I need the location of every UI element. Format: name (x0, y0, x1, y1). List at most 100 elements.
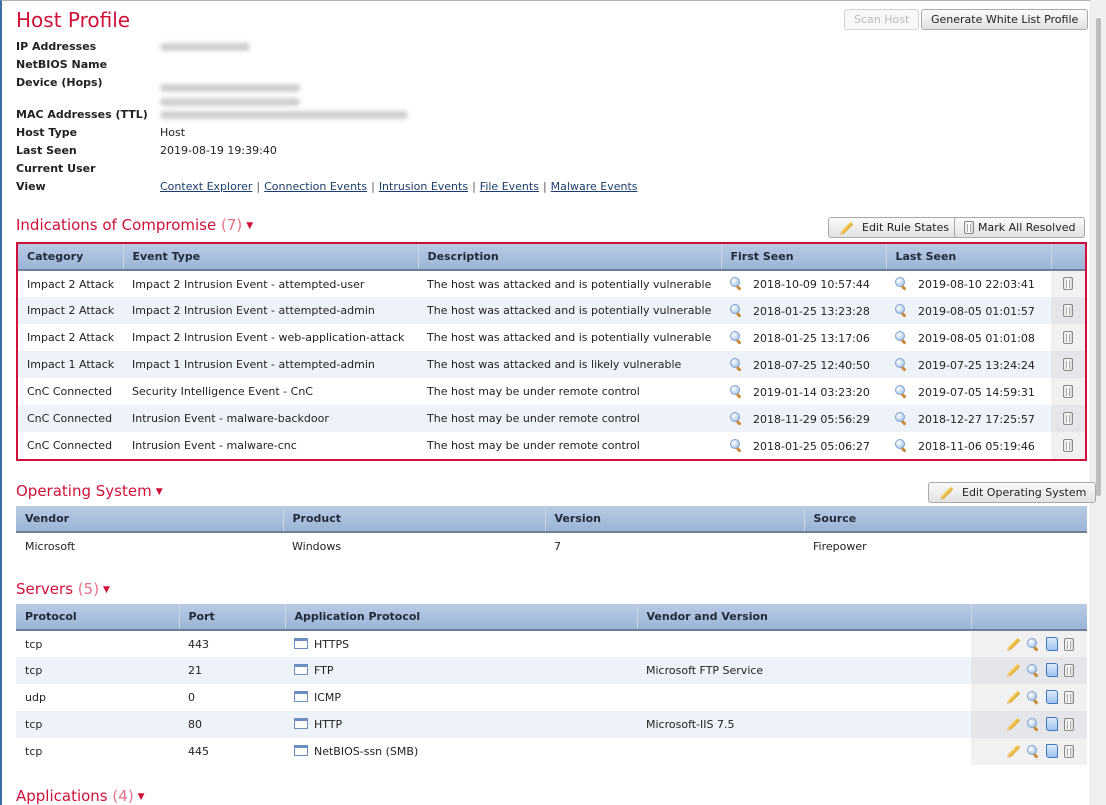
search-icon[interactable] (1027, 691, 1040, 704)
servers-section-title[interactable]: Servers (5) ▼ (16, 580, 110, 598)
column-header-vendor[interactable]: Vendor (16, 506, 284, 533)
trash-icon[interactable] (1063, 438, 1073, 452)
column-header-vendor-and-version[interactable]: Vendor and Version (637, 604, 972, 631)
server-actions (971, 630, 1087, 657)
column-header-first-seen[interactable]: First Seen (721, 244, 887, 271)
trash-icon[interactable] (1064, 664, 1074, 677)
server-vendor-version (637, 684, 971, 711)
vulnerability-scroll-icon[interactable] (1046, 663, 1058, 677)
edit-operating-system-button[interactable]: Edit Operating System (928, 482, 1097, 503)
server-app-protocol: FTP (314, 664, 334, 677)
link-context-explorer[interactable]: Context Explorer (160, 180, 252, 193)
ioc-row: Impact 2 Attack Impact 2 Intrusion Event … (18, 297, 1085, 324)
column-header-source[interactable]: Source (804, 506, 1087, 533)
trash-icon[interactable] (1063, 277, 1073, 290)
scan-host-button[interactable]: Scan Host (844, 9, 920, 30)
collapse-caret-icon[interactable]: ▼ (246, 221, 253, 231)
ioc-row: Impact 1 Attack Impact 1 Intrusion Event … (18, 351, 1085, 378)
server-app-protocol-cell: HTTP (285, 711, 637, 738)
os-section-title[interactable]: Operating System ▼ (16, 482, 163, 500)
search-icon[interactable] (895, 357, 908, 371)
vulnerability-scroll-icon[interactable] (1046, 636, 1058, 651)
trash-icon[interactable] (1063, 411, 1073, 425)
edit-pencil-icon[interactable] (1007, 744, 1021, 758)
search-icon[interactable] (895, 303, 908, 317)
ioc-first-seen-cell: 2018-11-29 05:56:29 (721, 405, 886, 432)
link-malware-events[interactable]: Malware Events (551, 180, 638, 193)
os-source: Firepower (813, 539, 867, 553)
applications-title: Applications (16, 787, 108, 805)
search-icon[interactable] (895, 411, 908, 425)
search-icon[interactable] (895, 384, 908, 398)
collapse-caret-icon[interactable]: ▼ (103, 585, 110, 595)
trash-icon[interactable] (1063, 303, 1073, 317)
scrollbar-thumb[interactable] (1096, 18, 1101, 496)
search-icon[interactable] (730, 303, 743, 317)
ioc-last-seen: 2019-08-10 22:03:41 (918, 278, 1035, 291)
search-icon[interactable] (730, 277, 743, 290)
search-icon[interactable] (730, 330, 743, 344)
edit-pencil-icon[interactable] (1007, 663, 1021, 677)
server-vendor-version: Microsoft FTP Service (637, 657, 971, 684)
trash-icon[interactable] (1064, 637, 1074, 651)
server-protocol: udp (25, 691, 46, 704)
ioc-description: The host was attacked and is likely vuln… (418, 351, 721, 378)
search-icon[interactable] (895, 277, 908, 290)
vulnerability-scroll-icon[interactable] (1046, 690, 1058, 704)
edit-pencil-icon[interactable] (1007, 717, 1021, 731)
prop-label: NetBIOS Name (16, 58, 108, 71)
ioc-actions (1051, 378, 1085, 405)
ioc-last-seen: 2019-07-25 13:24:24 (918, 358, 1035, 372)
search-icon[interactable] (730, 357, 743, 371)
mark-all-resolved-button[interactable]: Mark All Resolved (954, 217, 1086, 238)
search-icon[interactable] (730, 384, 743, 398)
edit-pencil-icon[interactable] (1007, 637, 1021, 650)
search-icon[interactable] (1027, 745, 1040, 758)
search-icon[interactable] (1027, 718, 1040, 731)
vulnerability-scroll-icon[interactable] (1046, 717, 1058, 731)
column-header-category[interactable]: Category (18, 244, 124, 271)
search-icon[interactable] (895, 438, 908, 452)
server-actions (971, 684, 1087, 711)
vulnerability-scroll-icon[interactable] (1046, 744, 1058, 758)
trash-icon[interactable] (1063, 357, 1073, 371)
trash-icon[interactable] (1063, 330, 1073, 344)
trash-icon[interactable] (1064, 691, 1074, 704)
column-header-description[interactable]: Description (418, 244, 722, 271)
trash-icon[interactable] (1064, 718, 1074, 731)
search-icon[interactable] (895, 330, 908, 344)
edit-rule-states-button[interactable]: Edit Rule States (828, 217, 960, 238)
search-icon[interactable] (730, 411, 743, 425)
ioc-event-type: Intrusion Event - malware-backdoor (123, 405, 418, 432)
search-icon[interactable] (730, 438, 743, 452)
server-actions (971, 657, 1087, 684)
generate-white-list-profile-button[interactable]: Generate White List Profile (921, 9, 1089, 30)
applications-section-title[interactable]: Applications (4) ▼ (16, 787, 145, 805)
vertical-scrollbar[interactable] (1090, 0, 1106, 805)
column-header-last-seen[interactable]: Last Seen (886, 244, 1052, 271)
collapse-caret-icon[interactable]: ▼ (138, 792, 145, 802)
ioc-category: Impact 2 Attack (27, 277, 115, 291)
search-icon[interactable] (1027, 664, 1040, 677)
column-header-event-type[interactable]: Event Type (123, 244, 419, 271)
link-connection-events[interactable]: Connection Events (264, 180, 367, 193)
ioc-section-title[interactable]: Indications of Compromise (7) ▼ (16, 216, 253, 234)
ioc-category: Impact 1 Attack (18, 351, 123, 378)
link-intrusion-events[interactable]: Intrusion Events (379, 180, 468, 193)
application-window-icon (294, 718, 308, 729)
prop-label: Host Type (16, 126, 78, 139)
column-header-protocol[interactable]: Protocol (16, 604, 180, 631)
column-header-port[interactable]: Port (179, 604, 286, 631)
column-header-version[interactable]: Version (545, 506, 805, 533)
column-header-product[interactable]: Product (283, 506, 546, 533)
edit-pencil-icon[interactable] (1007, 690, 1021, 704)
search-icon[interactable] (1027, 637, 1040, 651)
trash-icon[interactable] (1064, 745, 1074, 758)
ioc-first-seen: 2018-01-25 13:23:28 (753, 304, 870, 318)
trash-icon[interactable] (1063, 384, 1073, 398)
link-file-events[interactable]: File Events (480, 180, 539, 193)
ioc-last-seen-cell: 2019-07-25 13:24:24 (886, 351, 1051, 378)
column-header-application-protocol[interactable]: Application Protocol (285, 604, 638, 631)
collapse-caret-icon[interactable]: ▼ (156, 487, 163, 497)
mac-addresses-value-redacted (160, 108, 408, 122)
